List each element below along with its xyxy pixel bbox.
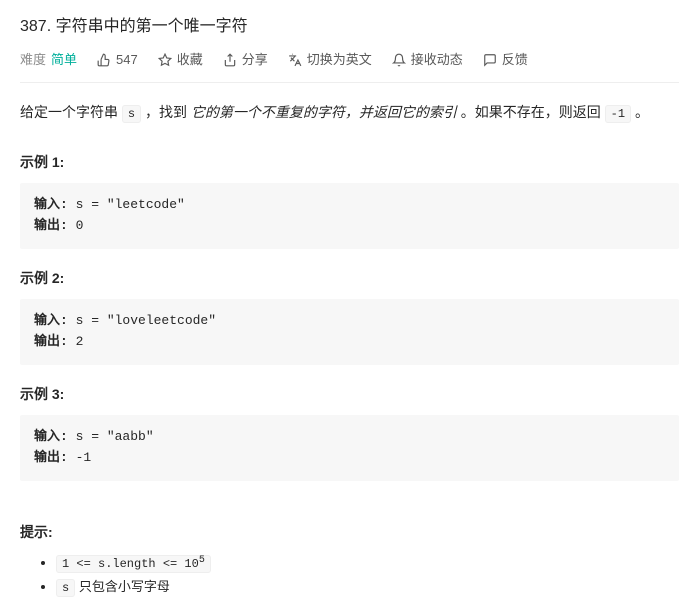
example-block: 示例 3: 输入: s = "aabb" 输出: -1	[20, 383, 679, 481]
constraint-code: s	[56, 579, 75, 597]
feedback-label: 反馈	[502, 50, 528, 71]
like-button[interactable]: 547	[97, 50, 138, 71]
star-icon	[158, 53, 172, 67]
neg-one: -1	[605, 105, 631, 123]
subscribe-label: 接收动态	[411, 50, 463, 71]
constraint-item: 1 <= s.length <= 105	[56, 553, 679, 574]
like-count: 547	[116, 50, 138, 71]
example-code: 输入: s = "aabb" 输出: -1	[20, 415, 679, 481]
example-label: 示例 1:	[20, 151, 679, 173]
constraint-code: 1 <= s.length <= 105	[56, 555, 211, 573]
feedback-icon	[483, 53, 497, 67]
constraint-item: s 只包含小写字母	[56, 577, 679, 598]
example-code: 输入: s = "leetcode" 输出: 0	[20, 183, 679, 249]
thumbs-up-icon	[97, 53, 111, 67]
subscribe-button[interactable]: 接收动态	[392, 50, 463, 71]
share-label: 分享	[242, 50, 268, 71]
difficulty-label: 难度	[20, 50, 46, 71]
share-button[interactable]: 分享	[223, 50, 268, 71]
switch-lang-label: 切换为英文	[307, 50, 372, 71]
switch-lang-button[interactable]: 切换为英文	[288, 50, 372, 71]
share-icon	[223, 53, 237, 67]
difficulty: 难度 简单	[20, 50, 77, 71]
bell-icon	[392, 53, 406, 67]
meta-bar: 难度 简单 547 收藏 分享 切换为英文 接收动态 反馈	[20, 50, 679, 84]
problem-title: 387. 字符串中的第一个唯一字符	[20, 14, 679, 40]
var-s: s	[122, 105, 141, 123]
hints-label: 提示:	[20, 521, 679, 543]
favorite-label: 收藏	[177, 50, 203, 71]
example-label: 示例 2:	[20, 267, 679, 289]
favorite-button[interactable]: 收藏	[158, 50, 203, 71]
difficulty-value: 简单	[51, 50, 77, 71]
example-code: 输入: s = "loveleetcode" 输出: 2	[20, 299, 679, 365]
example-block: 示例 2: 输入: s = "loveleetcode" 输出: 2	[20, 267, 679, 365]
problem-description: 给定一个字符串 s ，找到 它的第一个不重复的字符，并返回它的索引 。如果不存在…	[20, 101, 679, 124]
constraints-list: 1 <= s.length <= 105 s 只包含小写字母	[20, 553, 679, 598]
translate-icon	[288, 53, 302, 67]
example-label: 示例 3:	[20, 383, 679, 405]
feedback-button[interactable]: 反馈	[483, 50, 528, 71]
example-block: 示例 1: 输入: s = "leetcode" 输出: 0	[20, 151, 679, 249]
